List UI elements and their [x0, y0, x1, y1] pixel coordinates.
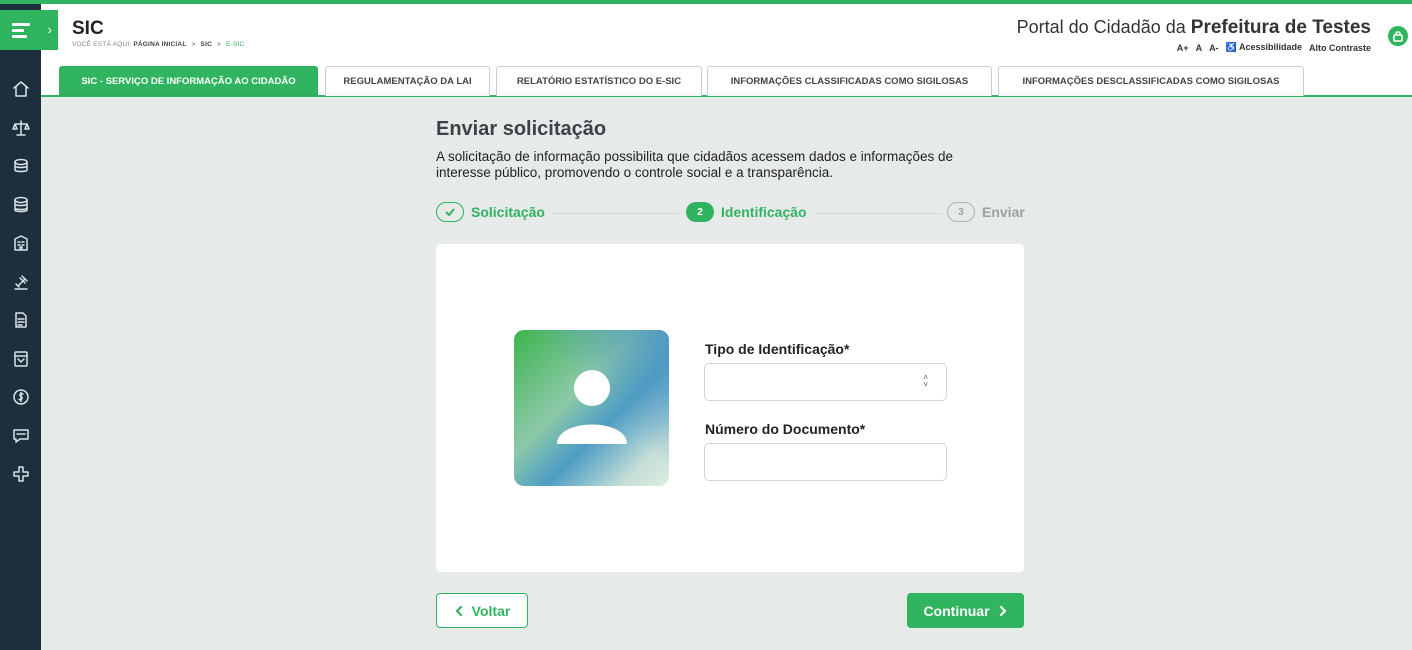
font-decrease-button[interactable]: A- [1209, 43, 1219, 53]
step-connector [815, 213, 942, 214]
coins-icon [13, 159, 28, 173]
avatar [514, 330, 669, 486]
select-arrows-icon: ˄ ˅ [923, 373, 928, 389]
menu-toggle-button[interactable]: › [0, 10, 58, 50]
chat-icon [12, 429, 29, 443]
sidebar-item-ombudsman[interactable] [0, 417, 41, 456]
sidebar-item-finance[interactable] [0, 378, 41, 417]
sidebar-item-expenses[interactable] [0, 186, 41, 225]
accessibility-bar: A+ A A- ♿ Acessibilidade Alto Contraste [1177, 42, 1371, 53]
accessibility-label: Acessibilidade [1238, 42, 1302, 52]
sidebar-nav [0, 70, 41, 494]
step-connector [552, 213, 679, 214]
sidebar-item-reports[interactable] [0, 340, 41, 379]
continue-button[interactable]: Continuar [907, 593, 1024, 628]
document-icon [14, 312, 27, 328]
step-label: Identificação [721, 204, 807, 220]
breadcrumb-prefix: VOCÊ ESTÁ AQUI: [72, 41, 132, 48]
font-normal-button[interactable]: A [1196, 43, 1203, 53]
breadcrumb-item-current: E-SIC [226, 41, 245, 48]
id-type-label: Tipo de Identificação* [705, 341, 850, 357]
page-header: SIC VOCÊ ESTÁ AQUI: PÁGINA INICIAL > SIC… [41, 4, 1412, 64]
accessibility-link[interactable]: ♿ Acessibilidade [1226, 42, 1302, 53]
back-button-label: Voltar [471, 602, 511, 619]
identification-card: Tipo de Identificação* ˄ ˅ Número do Docu… [436, 244, 1024, 572]
check-icon [445, 208, 455, 217]
doc-number-input[interactable] [704, 443, 947, 481]
tab-bar: SIC - SERVIÇO DE INFORMAÇÃO AO CIDADÃO R… [41, 64, 1412, 97]
portal-title: Portal do Cidadão da Prefeitura de Teste… [1017, 17, 1371, 39]
lock-icon [1393, 31, 1403, 42]
continue-button-label: Continuar [923, 602, 990, 619]
step-label: Solicitação [471, 204, 545, 220]
id-type-select[interactable]: ˄ ˅ [704, 363, 947, 401]
step-label: Enviar [982, 204, 1025, 220]
portal-title-name: Prefeitura de Testes [1190, 17, 1371, 38]
tab-sic[interactable]: SIC - SERVIÇO DE INFORMAÇÃO AO CIDADÃO [59, 66, 318, 96]
sidebar-item-bids[interactable] [0, 263, 41, 302]
sidebar [0, 4, 41, 650]
breadcrumb-item-sic[interactable]: SIC [201, 41, 212, 48]
plus-cross-icon [12, 466, 29, 482]
coins-stack-icon [13, 196, 28, 212]
step-badge [436, 202, 464, 222]
back-button[interactable]: Voltar [436, 593, 528, 628]
sidebar-item-revenue[interactable] [0, 147, 41, 186]
user-icon [557, 370, 627, 444]
step-enviar: 3 Enviar [947, 202, 1025, 222]
tab-informacoes-classificadas[interactable]: INFORMAÇÕES CLASSIFICADAS COMO SIGILOSAS [707, 66, 992, 96]
font-increase-button[interactable]: A+ [1177, 43, 1189, 53]
breadcrumb-item-home[interactable]: PÁGINA INICIAL [133, 41, 186, 48]
sidebar-item-institution[interactable] [0, 224, 41, 263]
accessibility-icon: ♿ [1225, 42, 1237, 52]
stepper: Solicitação 2 Identificação 3 Enviar [436, 202, 1025, 224]
page-description: A solicitação de informação possibilita … [436, 149, 954, 180]
sidebar-item-home[interactable] [0, 70, 41, 109]
chevron-right-icon: › [47, 22, 52, 37]
scales-icon [11, 120, 30, 136]
breadcrumb-separator: > [216, 41, 221, 48]
sidebar-item-documents[interactable] [0, 301, 41, 340]
step-identificacao: 2 Identificação [686, 202, 807, 222]
portal-title-prefix: Portal do Cidadão da [1016, 17, 1186, 37]
sidebar-item-legislation[interactable] [0, 109, 41, 148]
step-solicitacao[interactable]: Solicitação [436, 202, 545, 222]
money-icon [12, 389, 29, 405]
doc-number-label: Número do Documento* [705, 421, 866, 437]
chevron-right-icon [999, 605, 1006, 616]
login-button[interactable] [1388, 26, 1408, 46]
app-title: SIC [72, 18, 104, 39]
hamburger-icon [12, 20, 30, 41]
gavel-icon [13, 275, 28, 290]
breadcrumb-separator: > [191, 41, 196, 48]
home-icon [12, 81, 29, 97]
high-contrast-button[interactable]: Alto Contraste [1309, 43, 1371, 53]
step-badge: 3 [947, 202, 975, 222]
chevron-left-icon [455, 605, 462, 616]
tab-relatorio-estatistico[interactable]: RELATÓRIO ESTATÍSTICO DO E-SIC [496, 66, 702, 96]
tab-informacoes-desclassificadas[interactable]: INFORMAÇÕES DESCLASSIFICADAS COMO SIGILO… [998, 66, 1304, 96]
main-content: Enviar solicitação A solicitação de info… [436, 118, 1025, 628]
page-title: Enviar solicitação [436, 118, 607, 140]
tab-regulamentacao-lai[interactable]: REGULAMENTAÇÃO DA LAI [325, 66, 490, 96]
breadcrumb: VOCÊ ESTÁ AQUI: PÁGINA INICIAL > SIC > E… [72, 41, 244, 48]
step-badge: 2 [686, 202, 714, 222]
sidebar-item-health[interactable] [0, 455, 41, 494]
spreadsheet-icon [13, 351, 28, 367]
building-icon [13, 235, 28, 251]
